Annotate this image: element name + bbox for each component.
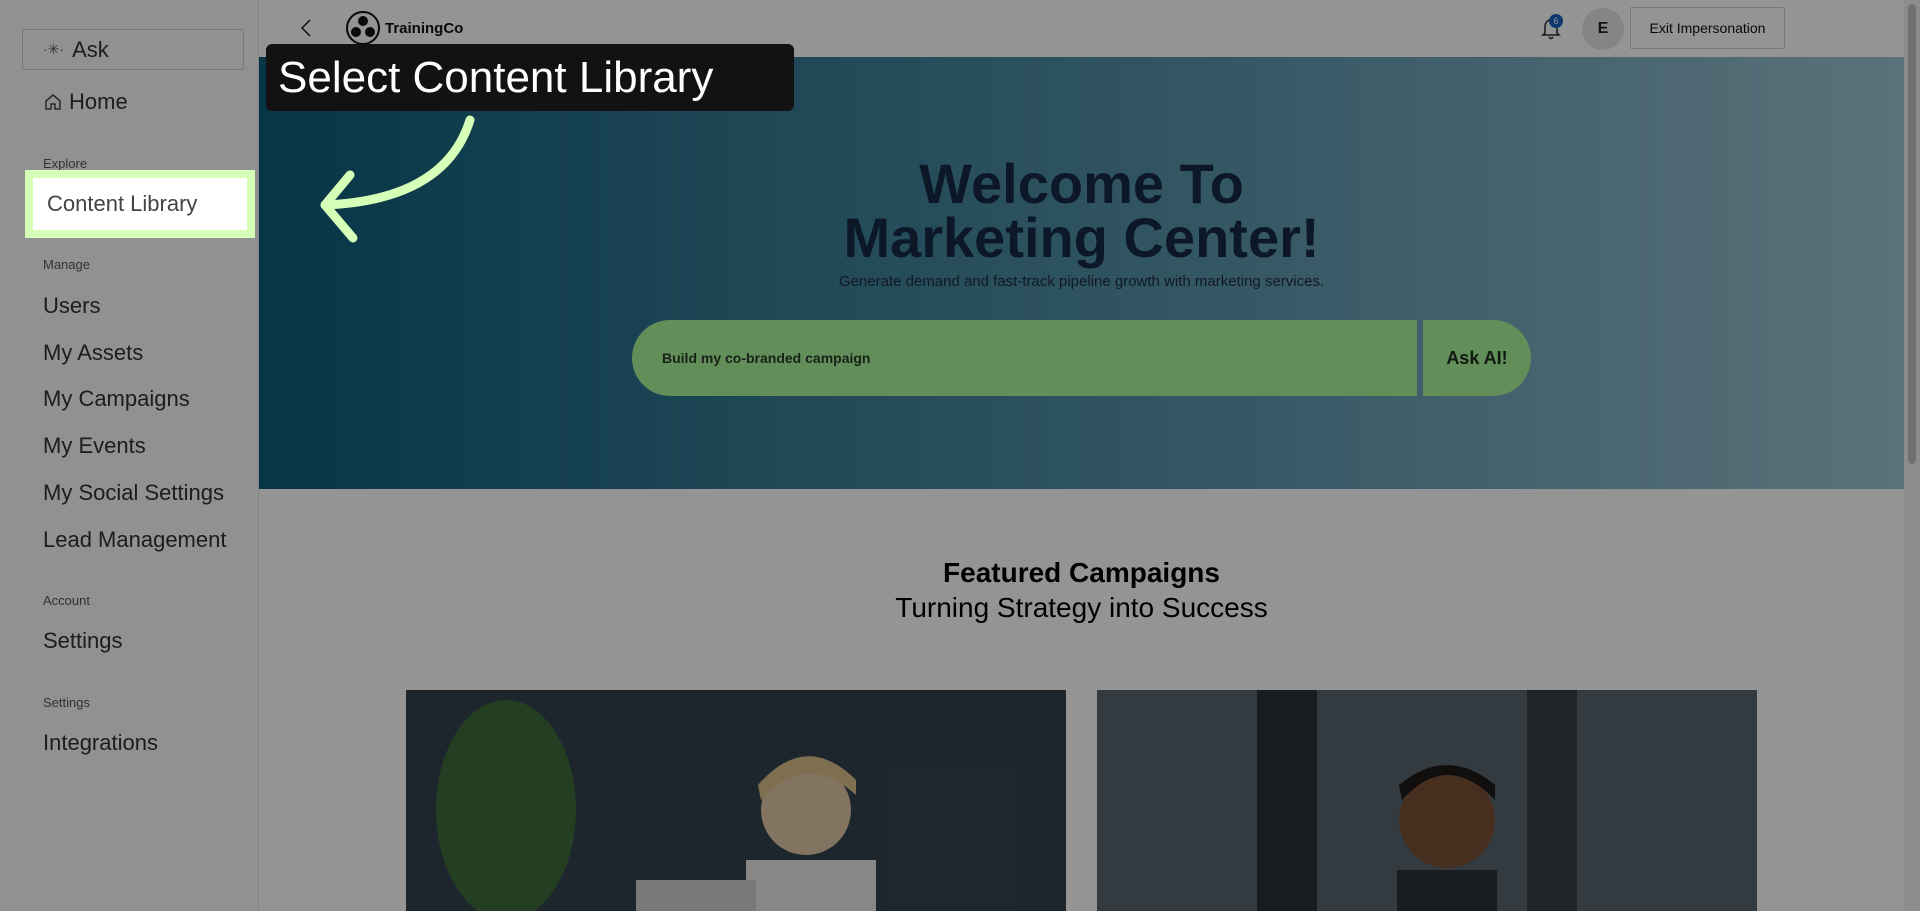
hero-banner: Welcome To Marketing Center! Generate de… [259, 57, 1904, 489]
hero-subtitle: Generate demand and fast-track pipeline … [838, 273, 1325, 290]
exit-impersonation-button[interactable]: Exit Impersonation [1630, 7, 1785, 49]
hero-title-line1: Welcome To [919, 152, 1244, 215]
woman-laptop-photo [406, 690, 1066, 911]
featured-title: Featured Campaigns [943, 557, 1220, 588]
logo-text: TrainingCo [385, 19, 464, 37]
sidebar-item-my-campaigns[interactable]: My Campaigns [43, 386, 190, 412]
sidebar-item-my-social-settings[interactable]: My Social Settings [43, 480, 224, 506]
scroll-thumb[interactable] [1908, 4, 1916, 464]
section-label-explore: Explore [43, 156, 88, 171]
ask-ai-button[interactable]: Ask AI! [1423, 320, 1531, 396]
hero-title-line2: Marketing Center! [843, 206, 1320, 269]
sidebar-item-label: Home [69, 89, 128, 114]
section-label-settings: Settings [43, 695, 90, 710]
hero-title: Welcome To Marketing Center! [259, 152, 1904, 269]
sidebar-item-lead-management[interactable]: Lead Management [43, 527, 226, 553]
tutorial-tooltip: Select Content Library [266, 44, 794, 111]
sidebar-item-home[interactable]: Home [43, 88, 128, 116]
featured-subtitle: Turning Strategy into Success [895, 592, 1268, 623]
sidebar-item-settings[interactable]: Settings [43, 628, 123, 654]
ask-label: Ask [72, 36, 109, 62]
sparkle-icon: ·✳· [43, 41, 65, 57]
home-icon [45, 94, 61, 110]
logo-icon [346, 11, 380, 45]
sidebar-item-my-events[interactable]: My Events [43, 433, 146, 459]
scrollbar[interactable] [1904, 0, 1920, 911]
sidebar-item-users[interactable]: Users [43, 293, 100, 319]
ai-prompt-input[interactable]: Build my co-branded campaign [632, 320, 1417, 396]
arrow-icon [320, 115, 475, 243]
sidebar-item-integrations[interactable]: Integrations [43, 730, 158, 756]
logo[interactable]: TrainingCo [345, 10, 463, 46]
campaign-card-image[interactable] [1097, 690, 1757, 911]
ask-button[interactable]: ·✳· Ask [22, 29, 244, 70]
section-label-manage: Manage [43, 257, 90, 272]
sidebar-item-my-assets[interactable]: My Assets [43, 340, 143, 366]
sidebar-item-content-library[interactable]: Content Library [25, 170, 255, 238]
man-glasses-photo [1097, 690, 1757, 911]
sidebar: ·✳· Ask Home Explore Content Library Man… [0, 0, 259, 911]
notification-badge: 6 [1549, 14, 1563, 28]
campaign-card-image[interactable] [406, 690, 1066, 911]
back-icon[interactable] [295, 16, 319, 40]
avatar[interactable]: E [1582, 8, 1624, 50]
section-label-account: Account [43, 593, 90, 608]
